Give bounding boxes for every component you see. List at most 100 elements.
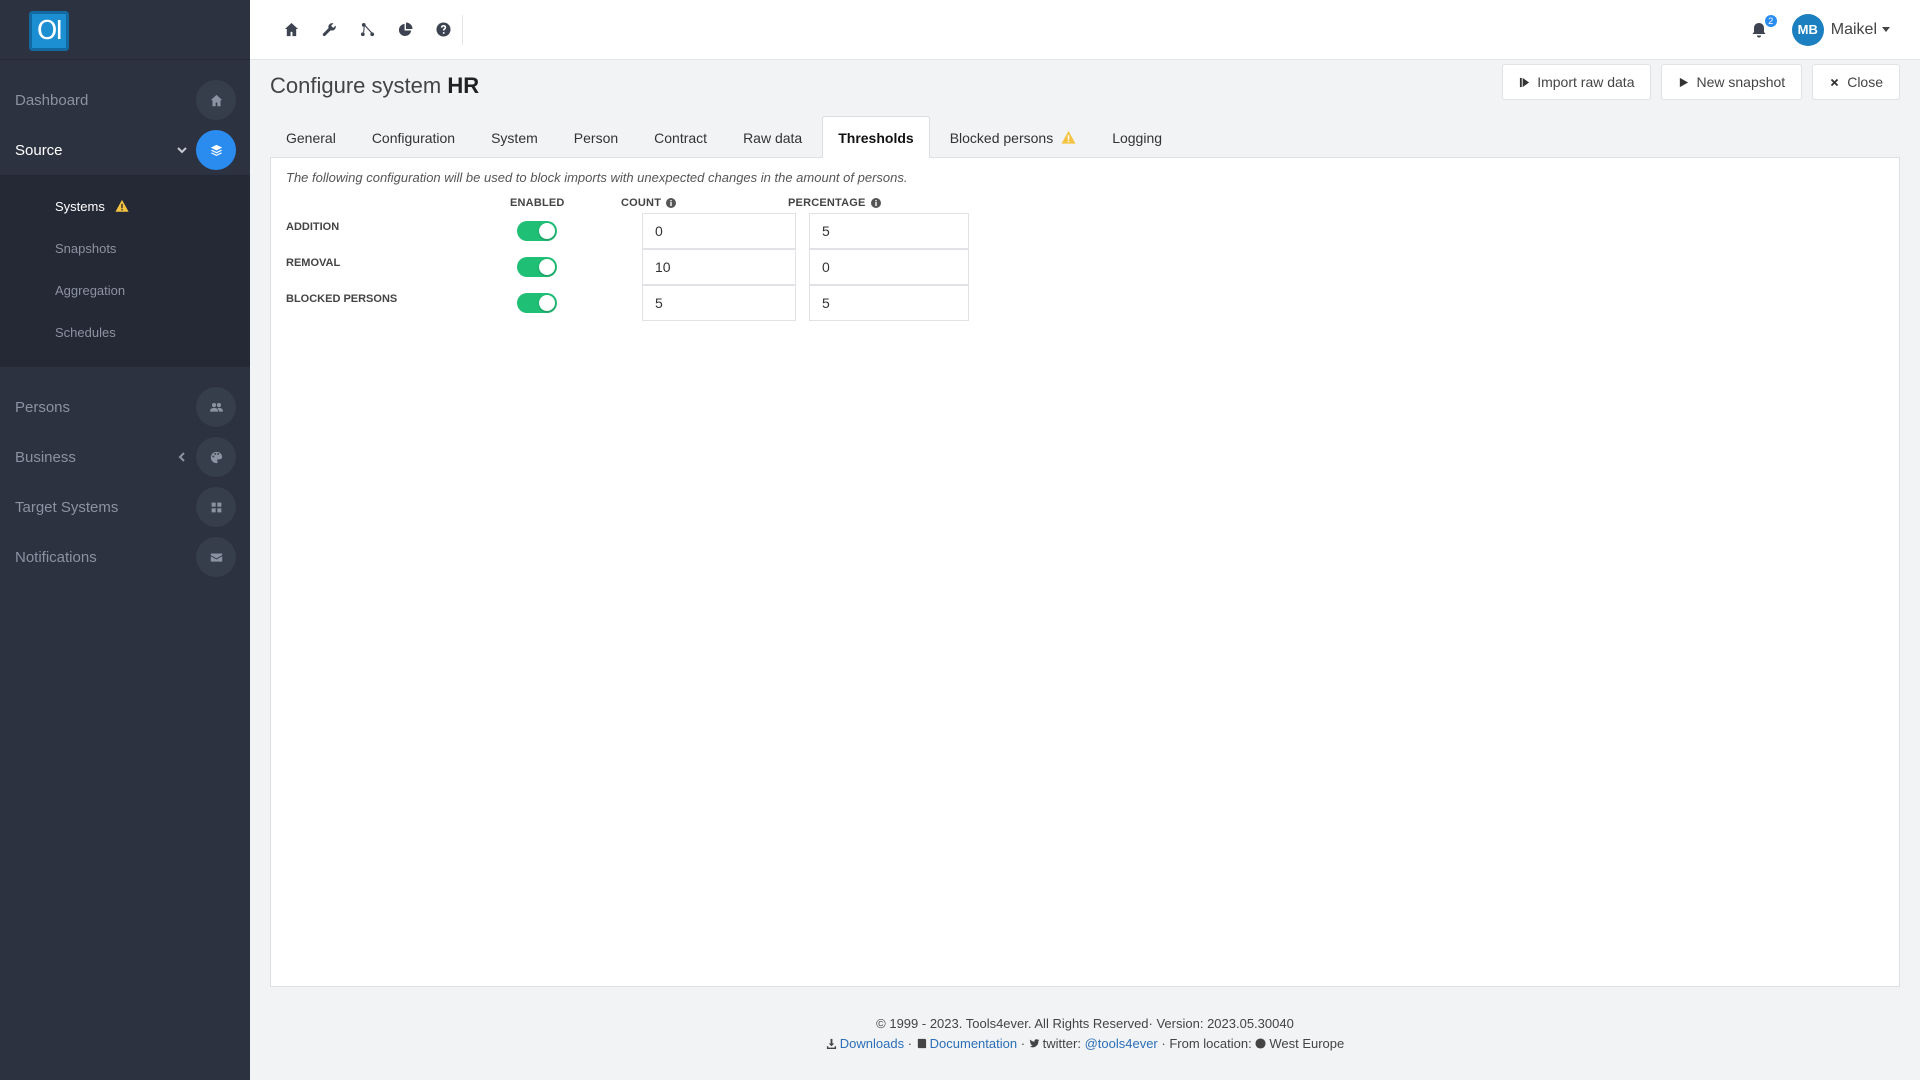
enabled-toggle[interactable] — [517, 257, 557, 277]
tab-logging[interactable]: Logging — [1096, 116, 1178, 158]
warning-icon — [115, 199, 129, 212]
sidebar-subitem-aggregation[interactable]: Aggregation — [0, 269, 250, 311]
download-icon — [826, 1038, 836, 1049]
tab-general[interactable]: General — [270, 116, 352, 158]
close-label: Close — [1847, 74, 1883, 90]
sidebar-subitem-schedules[interactable]: Schedules — [0, 311, 250, 353]
tab-thresholds[interactable]: Thresholds — [822, 116, 930, 158]
close-button[interactable]: Close — [1812, 64, 1900, 100]
grid-icon — [196, 487, 236, 527]
sidebar-subitem-snapshots[interactable]: Snapshots — [0, 227, 250, 269]
sidebar-subitem-systems[interactable]: Systems — [0, 185, 250, 227]
twitter-icon — [1029, 1039, 1040, 1048]
close-icon — [1831, 78, 1839, 86]
palette-icon — [196, 437, 236, 477]
tab-system[interactable]: System — [475, 116, 554, 158]
tab-contract[interactable]: Contract — [638, 116, 723, 158]
tab-configuration[interactable]: Configuration — [356, 116, 471, 158]
globe-icon — [1255, 1038, 1266, 1049]
twitter-prefix: twitter: — [1042, 1036, 1081, 1051]
threshold-row-blocked-persons: BLOCKED PERSONS — [286, 285, 986, 321]
footer: © 1999 - 2023. Tools4ever. All Rights Re… — [250, 1014, 1920, 1054]
topbar-right: 2 MB Maikel — [1748, 13, 1920, 46]
documentation-link[interactable]: Documentation — [930, 1036, 1017, 1051]
play-icon — [1680, 77, 1689, 87]
header-label: ENABLED — [510, 197, 565, 209]
enabled-toggle[interactable] — [517, 221, 557, 241]
count-input[interactable] — [642, 213, 796, 249]
tab-label: Blocked persons — [949, 129, 1054, 146]
threshold-row-addition: ADDITION — [286, 213, 986, 249]
percentage-input[interactable] — [809, 249, 969, 285]
tab-label: Logging — [1112, 129, 1163, 146]
sitemap-icon[interactable] — [348, 15, 386, 45]
location-value: West Europe — [1269, 1036, 1345, 1051]
caret-down-icon[interactable] — [1882, 27, 1890, 32]
notifications-bell[interactable]: 2 — [1748, 14, 1777, 42]
import-raw-data-label: Import raw data — [1537, 74, 1635, 90]
pie-chart-icon[interactable] — [386, 15, 424, 45]
count-input[interactable] — [642, 249, 796, 285]
tab-label: Contract — [654, 129, 708, 146]
info-icon[interactable] — [870, 198, 881, 208]
help-icon[interactable] — [424, 15, 462, 45]
header-label: COUNT — [621, 197, 662, 209]
new-snapshot-button[interactable]: New snapshot — [1661, 64, 1803, 100]
import-raw-data-button[interactable]: Import raw data — [1502, 64, 1652, 100]
home-icon[interactable] — [272, 15, 310, 45]
tab-raw-data[interactable]: Raw data — [727, 116, 818, 158]
sidebar-subitem-label: Schedules — [55, 324, 116, 340]
sidebar-item-dashboard[interactable]: Dashboard — [0, 75, 250, 125]
tab-label: Thresholds — [838, 129, 914, 146]
header-count: COUNT — [621, 197, 677, 209]
footer-copyright: © 1999 - 2023. Tools4ever. All Rights Re… — [876, 1016, 1294, 1031]
envelope-icon — [196, 537, 236, 577]
avatar[interactable]: MB — [1791, 13, 1824, 46]
bell-icon — [1752, 22, 1766, 37]
sidebar-subitem-label: Systems — [55, 198, 105, 214]
thresholds-description: The following configuration will be used… — [286, 170, 908, 185]
tab-label: System — [491, 129, 538, 146]
tab-label: Configuration — [371, 129, 456, 146]
sidebar-subitem-label: Snapshots — [55, 240, 117, 256]
downloads-link[interactable]: Downloads — [840, 1036, 904, 1051]
location-prefix: From location: — [1169, 1036, 1252, 1051]
sidebar-item-notifications[interactable]: Notifications — [0, 532, 250, 582]
percentage-input[interactable] — [809, 213, 969, 249]
chevron-down-icon[interactable] — [176, 143, 188, 155]
topbar: 2 MB Maikel — [250, 0, 1920, 60]
sidebar-item-source[interactable]: Source — [0, 125, 250, 175]
app-logo[interactable]: OI — [29, 11, 69, 51]
tab-bar: General Configuration System Person Cont… — [270, 116, 1900, 158]
sidebar-subitem-label: Aggregation — [55, 282, 126, 298]
sidebar-item-business[interactable]: Business — [0, 432, 250, 482]
count-input[interactable] — [642, 285, 796, 321]
source-submenu: Systems Snapshots Aggregation Schedules — [0, 175, 250, 367]
chevron-left-icon[interactable] — [176, 450, 188, 462]
sidebar-item-persons[interactable]: Persons — [0, 382, 250, 432]
footer-links: Downloads · Documentation · twitter: @to… — [250, 1034, 1920, 1054]
tab-blocked-persons[interactable]: Blocked persons — [934, 116, 1093, 158]
wrench-icon[interactable] — [310, 15, 348, 45]
tab-label: General — [286, 129, 336, 146]
topbar-icon-group — [250, 14, 463, 45]
twitter-link[interactable]: @tools4ever — [1085, 1036, 1158, 1051]
enabled-toggle[interactable] — [517, 293, 557, 313]
logo-bar: OI — [0, 0, 250, 60]
notification-count-badge: 2 — [1764, 14, 1777, 27]
users-icon — [196, 387, 236, 427]
header-percentage: PERCENTAGE — [788, 197, 881, 209]
sidebar-item-target-systems[interactable]: Target Systems — [0, 482, 250, 532]
info-icon[interactable] — [666, 198, 677, 208]
page-title-system: HR — [447, 73, 480, 98]
home-icon — [196, 80, 236, 120]
tab-person[interactable]: Person — [558, 116, 634, 158]
user-menu-name[interactable]: Maikel — [1831, 21, 1877, 39]
main-content: Configure system HR Import raw data New … — [270, 60, 1900, 987]
row-label: ADDITION — [286, 221, 340, 233]
percentage-input[interactable] — [809, 285, 969, 321]
layers-icon — [196, 130, 236, 170]
row-label: BLOCKED PERSONS — [286, 293, 398, 305]
header-label: PERCENTAGE — [788, 197, 866, 209]
thresholds-panel: The following configuration will be used… — [270, 157, 1900, 987]
